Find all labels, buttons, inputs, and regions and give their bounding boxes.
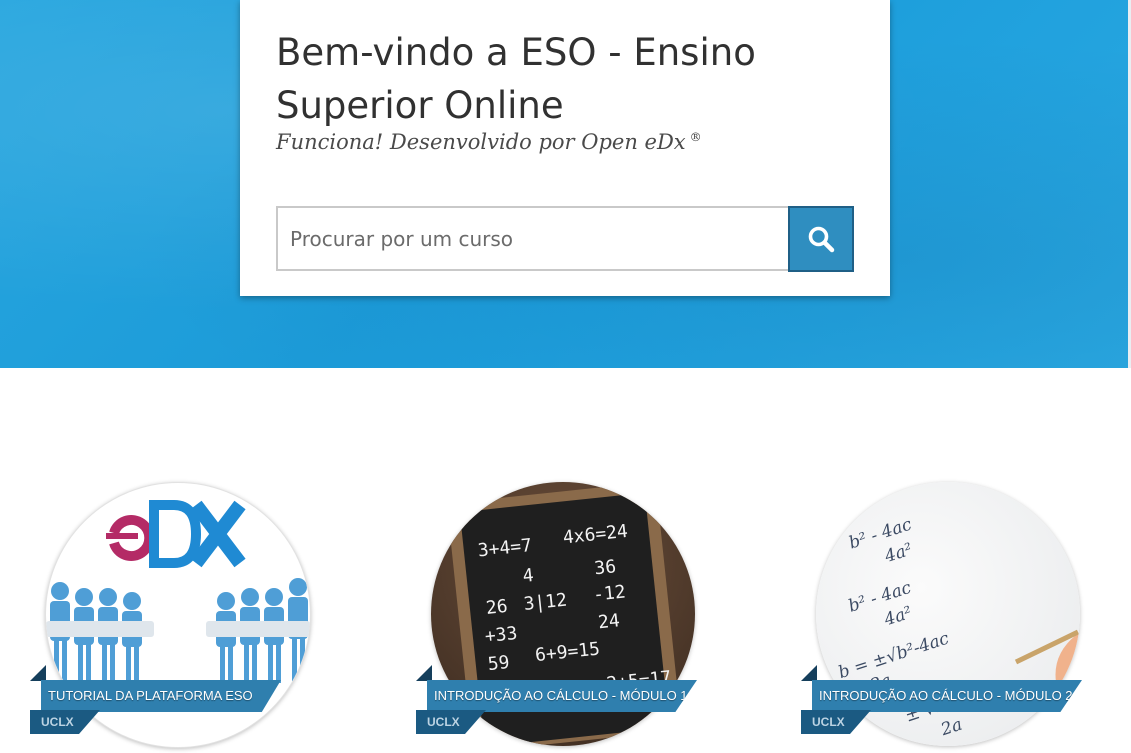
svg-text:4a²: 4a²	[881, 603, 915, 631]
svg-text:-12: -12	[592, 581, 627, 605]
registered-mark: ®	[689, 130, 702, 144]
subtitle-text: Funciona! Desenvolvido por Open eDx	[276, 130, 686, 154]
svg-text:59: 59	[487, 652, 511, 675]
edx-logo	[106, 500, 246, 568]
svg-text:26: 26	[485, 596, 509, 619]
course-org: UCLX	[30, 710, 100, 734]
search-icon	[808, 226, 835, 253]
ribbon-fold	[416, 665, 432, 681]
hero-banner: Bem-vindo a ESO - Ensino Superior Online…	[0, 0, 1131, 368]
search-button[interactable]	[788, 206, 854, 272]
course-title[interactable]: TUTORIAL DA PLATAFORMA ESO	[41, 680, 281, 712]
course-title[interactable]: INTRODUÇÃO AO CÁLCULO - MÓDULO 2	[812, 680, 1082, 712]
course-org: UCLX	[801, 710, 871, 734]
svg-text:36: 36	[593, 556, 617, 579]
course-card[interactable]: 3+4=7 4x6=24 4 36 26 3|12 -12 +33 24 59 6+9=15…	[416, 482, 697, 753]
course-card[interactable]: b² - 4ac 4a² b² - 4ac 4a² b = ±√b²-4ac 2…	[801, 482, 1082, 753]
search-input[interactable]	[276, 206, 788, 271]
svg-text:4: 4	[522, 565, 535, 587]
svg-text:4a²: 4a²	[881, 539, 915, 567]
welcome-card: Bem-vindo a ESO - Ensino Superior Online…	[240, 0, 890, 296]
ribbon-fold	[30, 665, 46, 681]
svg-text:b = ±√b²-4ac: b = ±√b²-4ac	[836, 628, 952, 683]
puzzle-pieces	[46, 621, 310, 637]
course-title[interactable]: INTRODUÇÃO AO CÁLCULO - MÓDULO 1	[427, 680, 697, 712]
ribbon-fold	[801, 665, 817, 681]
svg-text:+33: +33	[484, 623, 519, 647]
course-org: UCLX	[416, 710, 486, 734]
page-subtitle: Funciona! Desenvolvido por Open eDx ®	[276, 130, 702, 154]
svg-text:2a: 2a	[938, 715, 965, 741]
course-card[interactable]: TUTORIAL DA PLATAFORMA ESO UCLX	[30, 482, 311, 753]
page-title: Bem-vindo a ESO - Ensino Superior Online	[276, 31, 756, 127]
svg-text:24: 24	[597, 610, 621, 633]
